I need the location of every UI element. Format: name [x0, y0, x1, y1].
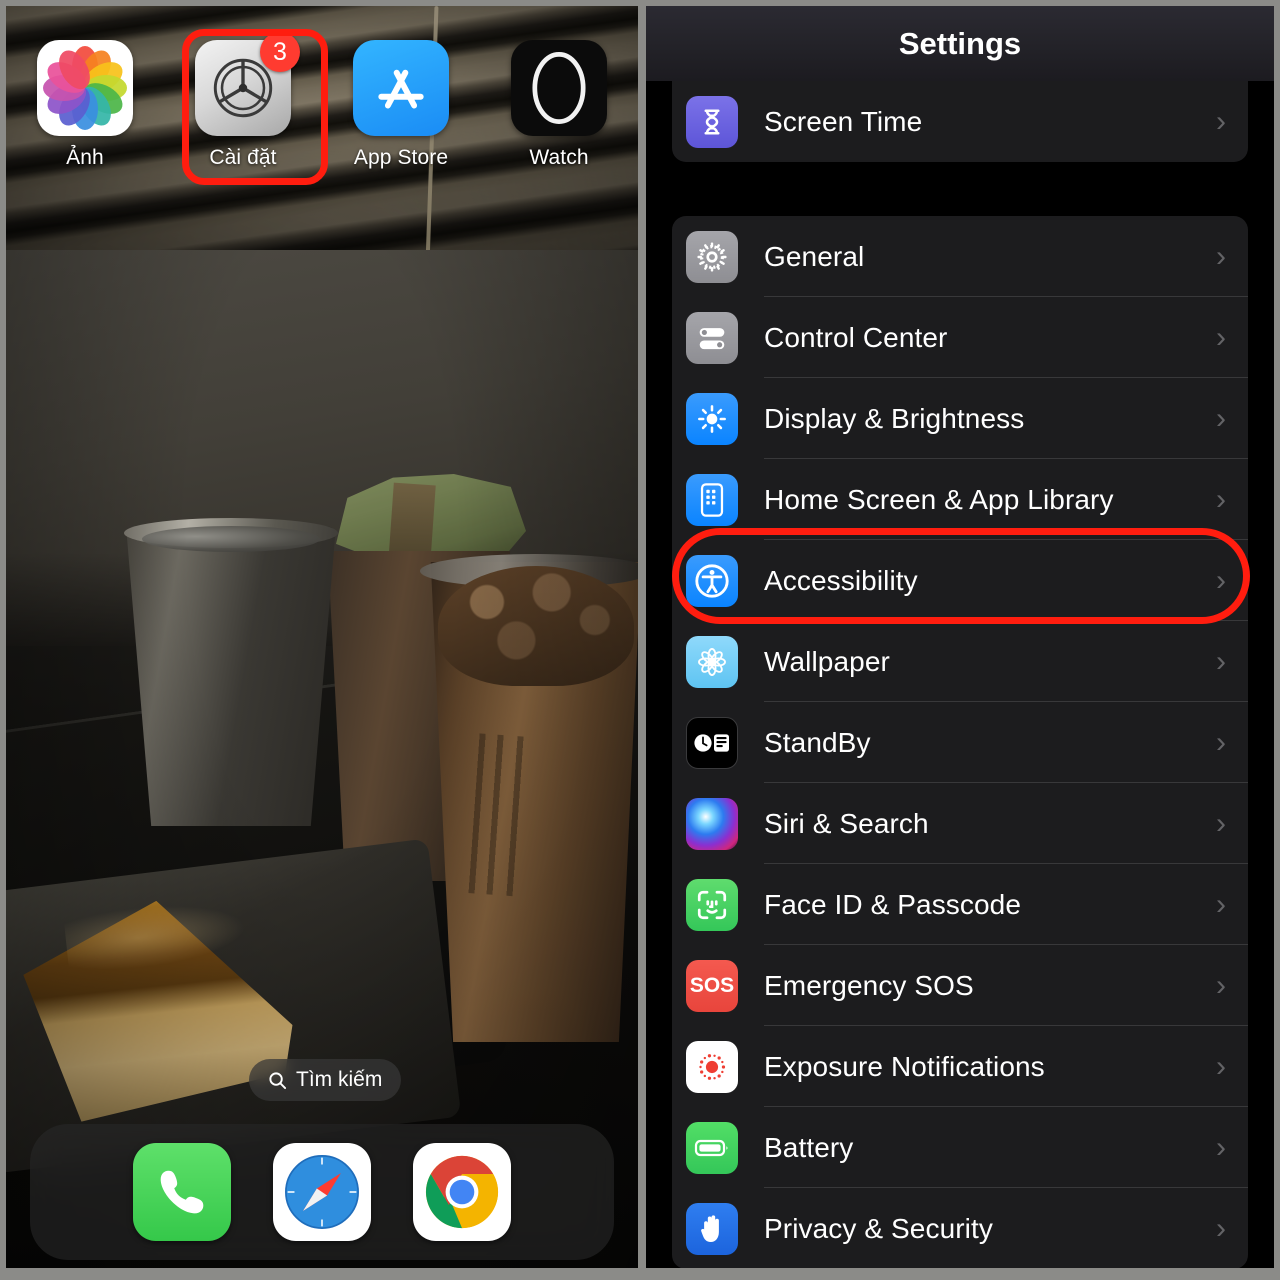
- settings-app: Settings Screen Time › General › Control…: [646, 6, 1274, 1268]
- settings-label: Control Center: [764, 321, 948, 353]
- chevron-right-icon: ›: [1216, 239, 1226, 273]
- chevron-right-icon: ›: [1216, 968, 1226, 1002]
- settings-row-siri-search[interactable]: Siri & Search ›: [672, 783, 1248, 864]
- settings-label: Display & Brightness: [764, 402, 1025, 434]
- watch-icon: [511, 40, 607, 136]
- app-store-icon: [353, 40, 449, 136]
- settings-row-face-id[interactable]: Face ID & Passcode ›: [672, 864, 1248, 945]
- safari-icon[interactable]: [273, 1143, 371, 1241]
- iced-latte-label: [462, 733, 564, 899]
- chrome-icon[interactable]: [413, 1143, 511, 1241]
- settings-label: Exposure Notifications: [764, 1050, 1045, 1082]
- chevron-right-icon: ›: [1216, 887, 1226, 921]
- settings-row-wallpaper[interactable]: Wallpaper ›: [672, 621, 1248, 702]
- app-label-settings: Cài đặt: [209, 146, 277, 169]
- settings-row-battery[interactable]: Battery ›: [672, 1107, 1248, 1188]
- accessibility-icon: [686, 554, 738, 607]
- chevron-right-icon: ›: [1216, 1211, 1226, 1245]
- app-label-app-store: App Store: [353, 146, 449, 169]
- settings-icon-wrap: 3: [195, 32, 300, 136]
- app-icon-photos[interactable]: Ảnh: [17, 40, 153, 170]
- settings-row-general[interactable]: General ›: [672, 216, 1248, 297]
- photos-icon: [37, 40, 133, 136]
- settings-row-privacy-security[interactable]: Privacy & Security ›: [672, 1188, 1248, 1268]
- settings-row-display-brightness[interactable]: Display & Brightness ›: [672, 378, 1248, 459]
- app-label-photos: Ảnh: [66, 146, 104, 169]
- iphone-home-screen: Ảnh 3 Cài đặt App Store Watch Tìm kiếm: [6, 6, 638, 1268]
- app-store-icon-wrap: [353, 40, 449, 136]
- iced-latte-ice: [438, 566, 634, 686]
- sos-icon: SOS: [686, 959, 738, 1012]
- settings-row-exposure-notifications[interactable]: Exposure Notifications ›: [672, 1026, 1248, 1107]
- settings-row-emergency-sos[interactable]: SOS Emergency SOS ›: [672, 945, 1248, 1026]
- settings-row-accessibility[interactable]: Accessibility ›: [672, 540, 1248, 621]
- steel-cup-ice: [142, 526, 320, 552]
- hand-privacy-icon: [686, 1202, 738, 1255]
- chevron-right-icon: ›: [1216, 644, 1226, 678]
- settings-label: Siri & Search: [764, 807, 929, 839]
- settings-label: Home Screen & App Library: [764, 483, 1114, 515]
- app-icon-settings[interactable]: 3 Cài đặt: [175, 32, 311, 170]
- settings-row-standby[interactable]: StandBy ›: [672, 702, 1248, 783]
- chevron-right-icon: ›: [1216, 401, 1226, 435]
- home-screen-icon: [686, 473, 738, 526]
- settings-label: Accessibility: [764, 564, 918, 596]
- search-label: Tìm kiếm: [296, 1068, 383, 1091]
- settings-row-screen-time[interactable]: Screen Time ›: [672, 81, 1248, 162]
- settings-label: Screen Time: [764, 105, 923, 137]
- settings-list: Screen Time › General › Control Center ›…: [646, 81, 1274, 1268]
- exposure-icon: [686, 1040, 738, 1093]
- settings-group-screen-time: Screen Time ›: [672, 81, 1248, 162]
- chevron-right-icon: ›: [1216, 104, 1226, 138]
- standby-clock-icon: [686, 716, 738, 769]
- chevron-right-icon: ›: [1216, 482, 1226, 516]
- chevron-right-icon: ›: [1216, 563, 1226, 597]
- face-id-icon: [686, 878, 738, 931]
- gear-icon: [686, 230, 738, 283]
- brightness-sun-icon: [686, 392, 738, 445]
- settings-label: Emergency SOS: [764, 969, 974, 1001]
- app-label-watch: Watch: [529, 146, 589, 169]
- settings-label: Battery: [764, 1131, 854, 1163]
- wallpaper-flower-icon: [686, 635, 738, 688]
- app-icon-app-store[interactable]: App Store: [333, 40, 469, 170]
- chevron-right-icon: ›: [1216, 725, 1226, 759]
- page-title: Settings: [898, 25, 1022, 61]
- settings-header: Settings: [646, 6, 1274, 81]
- settings-row-home-screen[interactable]: Home Screen & App Library ›: [672, 459, 1248, 540]
- settings-label: Face ID & Passcode: [764, 888, 1022, 920]
- settings-group-main: General › Control Center › Display & Bri…: [672, 216, 1248, 1268]
- app-icon-watch[interactable]: Watch: [491, 40, 627, 170]
- watch-icon-wrap: [511, 40, 607, 136]
- settings-row-control-center[interactable]: Control Center ›: [672, 297, 1248, 378]
- chevron-right-icon: ›: [1216, 1130, 1226, 1164]
- screenshot-root: Ảnh 3 Cài đặt App Store Watch Tìm kiếm S…: [0, 0, 1280, 1280]
- chevron-right-icon: ›: [1216, 806, 1226, 840]
- settings-label: StandBy: [764, 726, 871, 758]
- steel-cup: [126, 526, 336, 826]
- chevron-right-icon: ›: [1216, 320, 1226, 354]
- search-icon: [269, 1071, 287, 1089]
- settings-label: General: [764, 240, 865, 272]
- hourglass-icon: [686, 95, 738, 148]
- notification-badge: 3: [260, 32, 300, 72]
- photos-icon-wrap: [37, 40, 133, 136]
- siri-orb-icon: [686, 797, 738, 850]
- settings-label: Privacy & Security: [764, 1212, 993, 1244]
- battery-icon: [686, 1121, 738, 1174]
- settings-group-gap: [672, 162, 1248, 216]
- settings-label: Wallpaper: [764, 645, 890, 677]
- dock: [30, 1124, 614, 1260]
- chevron-right-icon: ›: [1216, 1049, 1226, 1083]
- phone-icon[interactable]: [133, 1143, 231, 1241]
- search-pill[interactable]: Tìm kiếm: [249, 1059, 402, 1101]
- toggles-icon: [686, 311, 738, 364]
- app-grid-row: Ảnh 3 Cài đặt App Store Watch: [6, 32, 638, 170]
